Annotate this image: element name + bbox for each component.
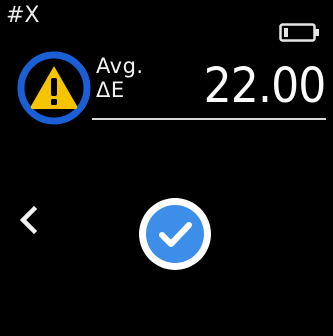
metric-label-delta-e: ΔE	[96, 78, 125, 102]
warning-triangle-icon	[17, 51, 91, 125]
confirm-button[interactable]	[137, 196, 213, 272]
back-button[interactable]	[17, 205, 39, 235]
metric-label: Avg. ΔE	[96, 54, 144, 102]
metric-value: 22.00	[203, 58, 326, 114]
sample-id-label: #X	[6, 3, 40, 28]
battery-low-icon	[279, 23, 320, 42]
warning-button[interactable]	[17, 51, 91, 125]
metric-label-avg: Avg.	[96, 54, 144, 78]
chevron-left-icon	[19, 205, 38, 235]
metric-divider	[92, 118, 326, 120]
device-screen: #X Avg. ΔE 22.00	[0, 0, 333, 336]
checkmark-circle-icon	[139, 198, 211, 270]
